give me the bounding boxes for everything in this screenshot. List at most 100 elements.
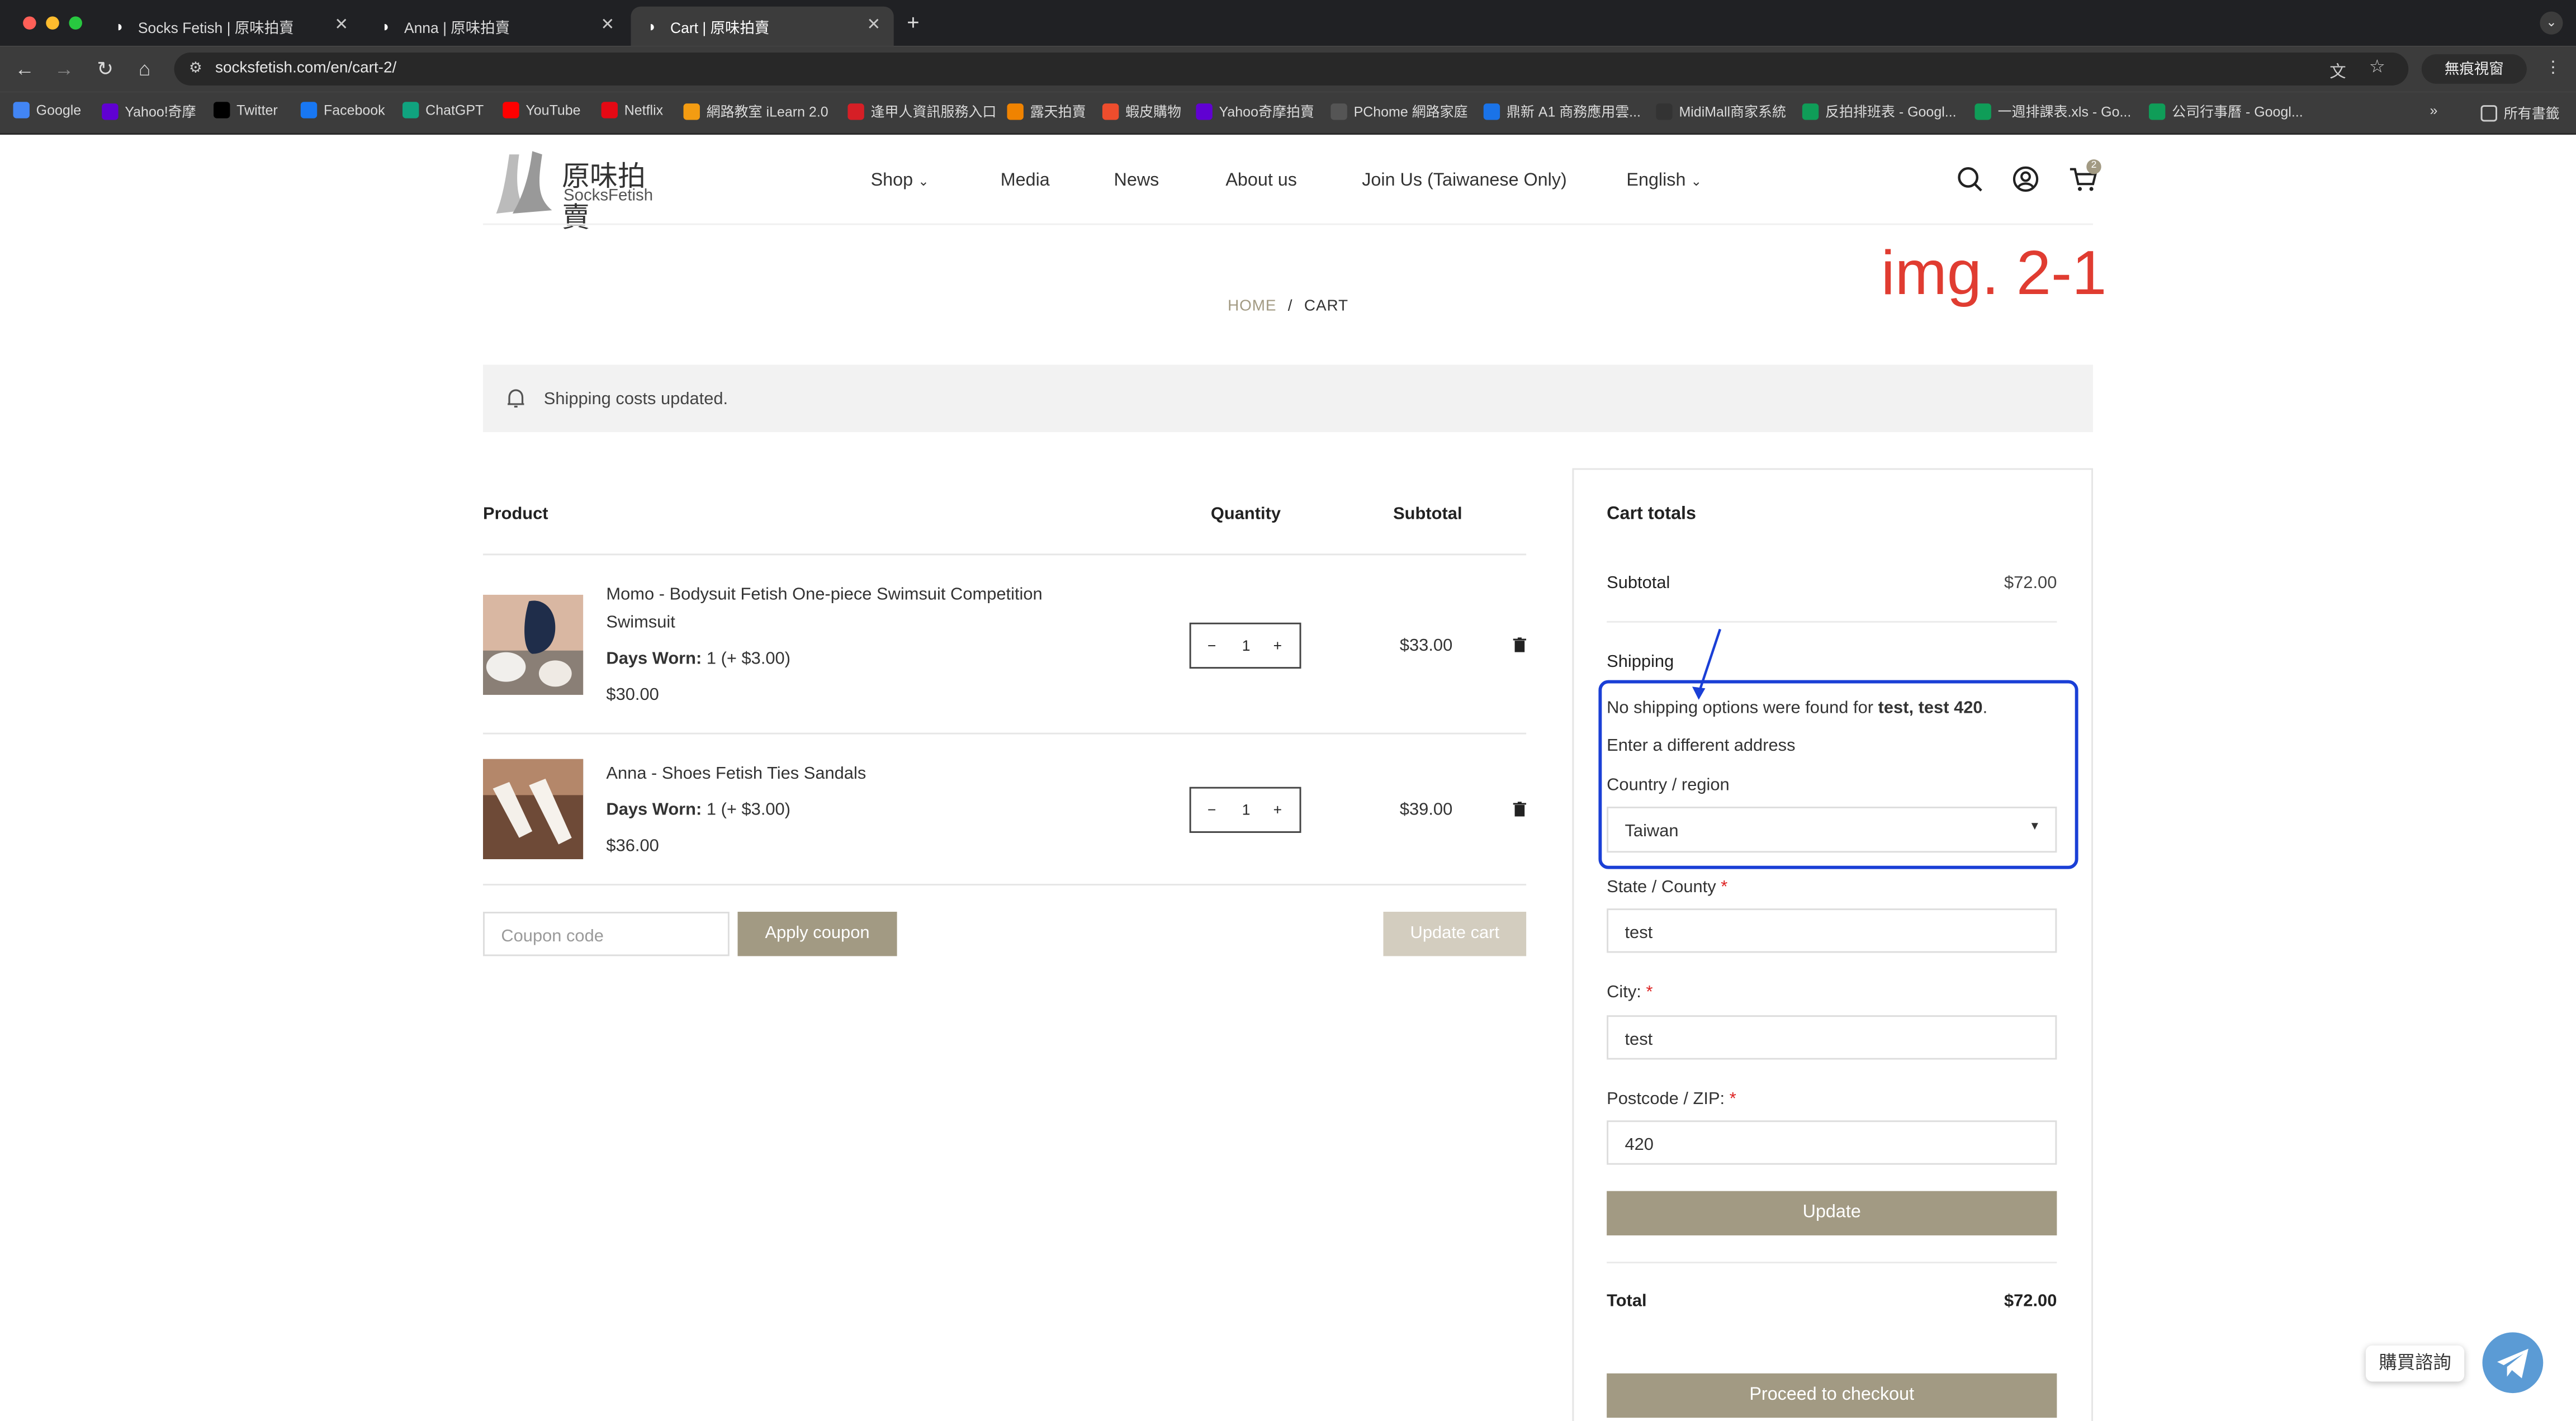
bookmark-item[interactable]: Yahoo奇摩拍賣	[1196, 102, 1314, 121]
required-marker: *	[1729, 1089, 1736, 1109]
bookmark-label: ChatGPT	[425, 102, 484, 119]
bookmark-item[interactable]: Twitter	[214, 102, 278, 119]
increase-quantity-button[interactable]: +	[1273, 802, 1282, 818]
address-bar[interactable]: ⚙ socksfetish.com/en/cart-2/ 文 ☆	[174, 53, 2409, 86]
increase-quantity-button[interactable]: +	[1273, 637, 1282, 653]
quantity-value[interactable]: 1	[1242, 637, 1251, 653]
decrease-quantity-button[interactable]: −	[1208, 637, 1216, 653]
zoom-window-button[interactable]	[69, 16, 82, 30]
site-info-icon[interactable]: ⚙	[189, 59, 202, 77]
quantity-stepper[interactable]: − 1 +	[1189, 787, 1301, 833]
bookmark-item[interactable]: 蝦皮購物	[1102, 102, 1181, 121]
city-input[interactable]: test	[1607, 1015, 2057, 1060]
meta-value: 1 (+ $3.00)	[702, 800, 791, 820]
cart-totals-title: Cart totals	[1607, 504, 1697, 524]
nav-about-us[interactable]: About us	[1225, 171, 1297, 191]
site-logo[interactable]: 原味拍賣 SocksFetish	[486, 148, 667, 235]
bookmark-favicon-icon	[402, 102, 419, 119]
bookmark-item[interactable]: 逢甲人資訊服務入口	[847, 102, 996, 121]
bookmark-item[interactable]: ChatGPT	[402, 102, 484, 119]
bookmark-item[interactable]: 反拍排班表 - Googl...	[1802, 102, 1957, 121]
total-value: $72.00	[2004, 1291, 2057, 1311]
bookmark-label: Google	[36, 102, 82, 119]
quantity-value[interactable]: 1	[1242, 802, 1251, 818]
tab-search-chevron-icon[interactable]: ⌄	[2540, 11, 2563, 35]
bookmark-star-icon[interactable]: ☆	[2369, 56, 2385, 77]
state-input[interactable]: test	[1607, 908, 2057, 953]
bookmark-item[interactable]: 一週排課表.xls - Go...	[1974, 102, 2131, 121]
bookmark-item[interactable]: YouTube	[503, 102, 581, 119]
bookmark-favicon-icon	[1196, 103, 1213, 120]
breadcrumb-current: CART	[1304, 297, 1348, 316]
coupon-code-input[interactable]: Coupon code	[483, 912, 730, 956]
search-icon[interactable]	[1955, 164, 1985, 194]
reload-icon[interactable]: ↻	[92, 56, 119, 82]
home-icon[interactable]: ⌂	[131, 56, 158, 82]
nav-shop[interactable]: Shop ⌄	[871, 171, 929, 191]
new-tab-button[interactable]: +	[907, 10, 919, 35]
close-tab-icon[interactable]: ✕	[600, 16, 614, 34]
bookmark-item[interactable]: Facebook	[300, 102, 385, 119]
browser-tab-active[interactable]: ◗ Cart | 原味拍賣 ✕	[631, 6, 894, 46]
back-arrow-icon[interactable]: ←	[12, 56, 38, 82]
header-divider	[483, 223, 2094, 225]
quantity-stepper[interactable]: − 1 +	[1189, 622, 1301, 669]
update-shipping-button[interactable]: Update	[1607, 1191, 2057, 1235]
bookmark-item[interactable]: Google	[13, 102, 82, 119]
trash-icon[interactable]	[1513, 802, 1527, 817]
product-thumbnail[interactable]	[483, 759, 584, 859]
bookmark-favicon-icon	[847, 103, 864, 120]
trash-icon[interactable]	[1513, 637, 1527, 652]
apply-coupon-button[interactable]: Apply coupon	[737, 912, 897, 956]
chat-button[interactable]	[2482, 1332, 2544, 1394]
browser-tab[interactable]: ◗ Socks Fetish | 原味拍賣 ✕	[98, 7, 361, 46]
bookmark-label: Netflix	[624, 102, 664, 119]
bookmark-label: PChome 網路家庭	[1353, 103, 1468, 120]
nav-news[interactable]: News	[1114, 171, 1159, 191]
update-cart-button[interactable]: Update cart	[1383, 912, 1527, 956]
minimize-window-button[interactable]	[46, 16, 59, 30]
bookmark-label: 鼎新 A1 商務應用雲...	[1506, 103, 1641, 120]
bookmark-item[interactable]: PChome 網路家庭	[1330, 102, 1468, 121]
bookmark-item[interactable]: 露天拍賣	[1007, 102, 1086, 121]
column-header-subtotal: Subtotal	[1393, 504, 1462, 524]
close-tab-icon[interactable]: ✕	[334, 16, 348, 34]
product-thumbnail[interactable]	[483, 594, 584, 695]
bookmark-favicon-icon	[503, 102, 519, 119]
translate-icon[interactable]: 文	[2329, 58, 2346, 82]
product-name-link[interactable]: Momo - Bodysuit Fetish One-piece Swimsui…	[606, 581, 1099, 637]
bookmark-item[interactable]: Yahoo!奇摩	[102, 102, 196, 121]
all-bookmarks-button[interactable]: 所有書籤	[2480, 103, 2560, 123]
menu-kebab-icon[interactable]: ⋮	[2545, 59, 2561, 77]
close-tab-icon[interactable]: ✕	[867, 16, 881, 34]
product-name-link[interactable]: Anna - Shoes Fetish Ties Sandals	[606, 761, 1099, 789]
browser-tab-bar: ◗ Socks Fetish | 原味拍賣 ✕ ◗ Anna | 原味拍賣 ✕ …	[0, 0, 2576, 46]
bookmark-item[interactable]: MidiMall商家系統	[1656, 102, 1786, 121]
bookmark-favicon-icon	[214, 102, 230, 119]
bookmark-item[interactable]: 鼎新 A1 商務應用雲...	[1483, 102, 1641, 121]
bookmark-favicon-icon	[300, 102, 318, 119]
account-icon[interactable]	[2011, 164, 2040, 194]
close-window-button[interactable]	[23, 16, 36, 30]
subtotal-value: $72.00	[2004, 573, 2057, 593]
more-bookmarks-button[interactable]: »	[2430, 102, 2437, 118]
product-price: $36.00	[606, 836, 659, 856]
tab-title: Cart | 原味拍賣	[670, 18, 770, 36]
postcode-input[interactable]: 420	[1607, 1120, 2057, 1165]
bookmark-favicon-icon	[1102, 103, 1119, 120]
nav-shop-label: Shop	[870, 170, 913, 191]
nav-media[interactable]: Media	[1001, 171, 1050, 191]
proceed-to-checkout-button[interactable]: Proceed to checkout	[1607, 1373, 2057, 1418]
browser-tab[interactable]: ◗ Anna | 原味拍賣 ✕	[364, 7, 627, 46]
breadcrumb-home-link[interactable]: HOME	[1228, 297, 1276, 315]
subtotal-label: Subtotal	[1607, 573, 1670, 593]
bookmark-item[interactable]: Netflix	[601, 102, 664, 119]
nav-join-us[interactable]: Join Us (Taiwanese Only)	[1362, 171, 1567, 191]
decrease-quantity-button[interactable]: −	[1208, 802, 1216, 818]
nav-language[interactable]: English ⌄	[1626, 171, 1702, 191]
incognito-badge[interactable]: 無痕視窗	[2421, 54, 2527, 84]
bookmark-item[interactable]: 公司行事曆 - Googl...	[2148, 102, 2303, 121]
forward-arrow-icon[interactable]: →	[51, 56, 77, 82]
chat-label[interactable]: 購買諮詢	[2365, 1345, 2465, 1382]
bookmark-item[interactable]: 網路教室 iLearn 2.0	[683, 102, 828, 121]
